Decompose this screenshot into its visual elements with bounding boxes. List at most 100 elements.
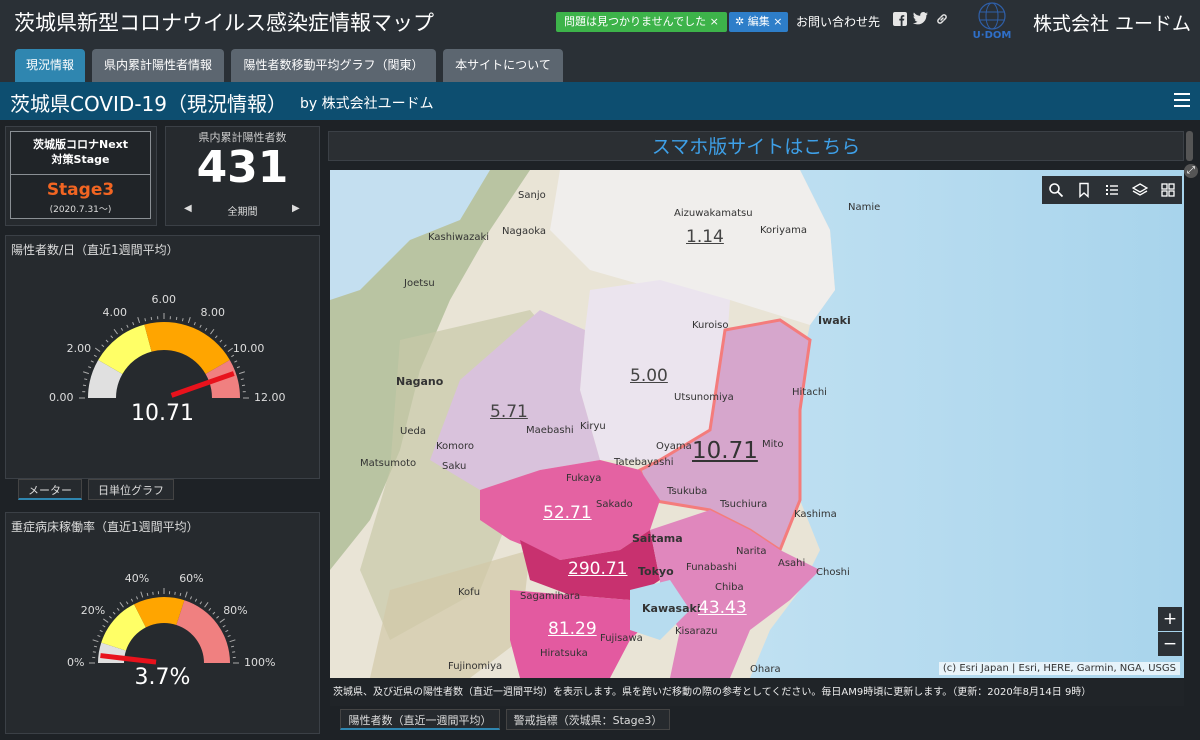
gauge-tick-mark	[234, 360, 238, 363]
gauge-tick-mark	[120, 327, 124, 331]
tab-alert-indicator[interactable]: 警戒指標（茨城県：Stage3）	[506, 709, 670, 730]
gauge-tick-mark	[236, 366, 240, 369]
place-label: Funabashi	[686, 562, 737, 573]
place-label: Fujisawa	[600, 633, 643, 644]
place-label: Koriyama	[760, 225, 807, 236]
gauge-tick-mark	[219, 618, 225, 623]
gauge-tick-mark	[93, 354, 97, 358]
gauge-tick-mark	[99, 629, 103, 633]
scrollbar[interactable]	[1186, 131, 1193, 161]
page-title: 茨城県COVID-19（現況情報）	[10, 92, 288, 116]
place-label: Kuroiso	[692, 320, 729, 331]
gauge-tick-label: 2.00	[66, 342, 92, 355]
place-label: Fukaya	[566, 473, 602, 484]
gauge-tick-label: 20%	[80, 604, 106, 618]
gauge-tick-label: 60%	[179, 572, 204, 586]
next-arrow-icon[interactable]: ▶	[292, 203, 300, 214]
place-label: Hitachi	[792, 387, 827, 398]
gauge-tick-label: 100%	[244, 656, 276, 669]
tab-meter[interactable]: メーター	[18, 479, 82, 500]
gauge-tick-mark	[240, 378, 244, 381]
place-label: Sagamihara	[520, 591, 581, 602]
map-attribution: (c) Esri Japan | Esri, HERE, Garmin, NGA…	[938, 662, 1180, 675]
place-label: Joetsu	[404, 278, 435, 289]
gauge-tick-mark	[105, 339, 109, 343]
gauge-tick-mark	[83, 371, 90, 375]
place-label: Matsumoto	[360, 458, 417, 469]
gauge-tick-mark	[204, 602, 209, 608]
gauge-tick-mark	[88, 366, 92, 369]
tab-about[interactable]: 本サイトについて	[443, 49, 563, 82]
bed-occupancy-gauge	[89, 588, 239, 665]
gauge-tick-mark	[126, 324, 129, 328]
place-label: Namie	[848, 202, 881, 213]
notice-badge[interactable]: 問題は見つかりませんでした ×	[556, 12, 727, 32]
contact-link[interactable]: お問い合わせ先	[796, 13, 880, 30]
place-label: Narita	[736, 546, 767, 557]
close-icon[interactable]: ×	[710, 15, 719, 28]
gear-icon: ✲	[735, 15, 745, 28]
gauge-tick-mark	[97, 634, 101, 638]
gauge-tick-mark	[113, 328, 118, 335]
close-icon[interactable]: ×	[773, 15, 782, 28]
stage-heading-line2: 対策Stage	[51, 153, 110, 166]
map-expand-icon[interactable]: ⤢	[1184, 164, 1198, 178]
gauge-tick-label: 0.00	[49, 391, 74, 404]
basemap-gallery-icon[interactable]	[1160, 182, 1176, 198]
twitter-icon[interactable]	[912, 12, 928, 28]
place-label: Asahi	[778, 558, 806, 569]
link-icon[interactable]	[934, 12, 950, 28]
place-label: Nagano	[396, 375, 444, 388]
gauge-tick-mark	[101, 344, 105, 348]
gauge-tick-mark	[93, 645, 98, 648]
gauge-tick-label: 40%	[124, 572, 150, 586]
company-name: 株式会社 ユードム	[1033, 13, 1192, 35]
place-label: Fujinomiya	[448, 661, 503, 672]
gauge-tick-label: 10.00	[232, 342, 265, 355]
gauge-tick-mark	[227, 634, 231, 638]
tab-moving-average-graph[interactable]: 陽性者数移動平均グラフ（関東）	[231, 49, 436, 82]
page-byline: by 株式会社ユードム	[300, 96, 434, 112]
zoom-out-button[interactable]: −	[1158, 632, 1182, 656]
positives-gauge	[79, 313, 249, 399]
smartphone-site-link[interactable]: スマホ版サイトはこちら	[328, 131, 1184, 161]
facebook-icon[interactable]	[892, 12, 908, 28]
gauge-tick-label: 8.00	[200, 306, 226, 320]
edit-button[interactable]: ✲ 編集 ×	[729, 12, 789, 32]
udom-logo: U·DOM	[963, 0, 1021, 44]
place-label: Sanjo	[518, 190, 546, 201]
zoom-in-button[interactable]: +	[1158, 607, 1182, 631]
bookmark-icon[interactable]	[1076, 182, 1092, 198]
gauge-tick-mark	[222, 624, 226, 628]
cumulative-panel: 県内累計陽性者数 431 ◀ 全期間 ▶	[165, 126, 320, 226]
bed-occupancy-gauge-panel: 重症病床稼働率（直近1週間平均） 3.7% 0% 20% 40% 60% 80% 100%	[5, 512, 320, 734]
place-label: Kiryu	[580, 421, 606, 432]
place-label: Ueda	[400, 426, 426, 437]
tab-current-status[interactable]: 現況情報	[15, 49, 85, 82]
gauge-tick-mark	[216, 615, 220, 619]
sub-header: 茨城県COVID-19（現況情報） by 株式会社ユードム	[0, 82, 1200, 120]
gauge-tick-mark	[84, 378, 88, 381]
gauge-tick-mark	[144, 318, 147, 322]
gauge-tick-mark	[210, 328, 215, 335]
gauge-tick-mark	[223, 344, 227, 348]
gauge-tick-mark	[208, 607, 212, 611]
layers-icon[interactable]	[1132, 182, 1148, 198]
gauge-tick-mark	[146, 592, 149, 597]
legend-list-icon[interactable]	[1104, 182, 1120, 198]
main-tabs: 現況情報 県内累計陽性者情報 陽性者数移動平均グラフ（関東） 本サイトについて	[0, 44, 1200, 82]
map[interactable]: Sanjo Kashiwazaki Nagaoka Joetsu Nagano …	[330, 170, 1184, 678]
gauge-tick-mark	[132, 322, 135, 326]
gauge-tick-label: 6.00	[151, 293, 177, 306]
search-icon[interactable]	[1048, 182, 1064, 198]
gauge-tick-mark	[204, 327, 208, 331]
hamburger-menu-icon[interactable]	[1174, 93, 1190, 107]
tab-cumulative-positives[interactable]: 県内累計陽性者情報	[92, 49, 224, 82]
tab-positives-weekly-average[interactable]: 陽性者数（直近一週間平均）	[340, 709, 500, 730]
gauge-tick-label: 4.00	[102, 306, 128, 320]
gauge-tick-mark	[90, 360, 94, 363]
gauge-tick-mark	[92, 639, 99, 643]
tab-daily-graph[interactable]: 日単位グラフ	[88, 479, 174, 500]
stage-value: Stage3	[46, 180, 115, 200]
top-bar: 茨城県新型コロナウイルス感染症情報マップ 問題は見つかりませんでした × ✲ 編…	[0, 0, 1200, 44]
